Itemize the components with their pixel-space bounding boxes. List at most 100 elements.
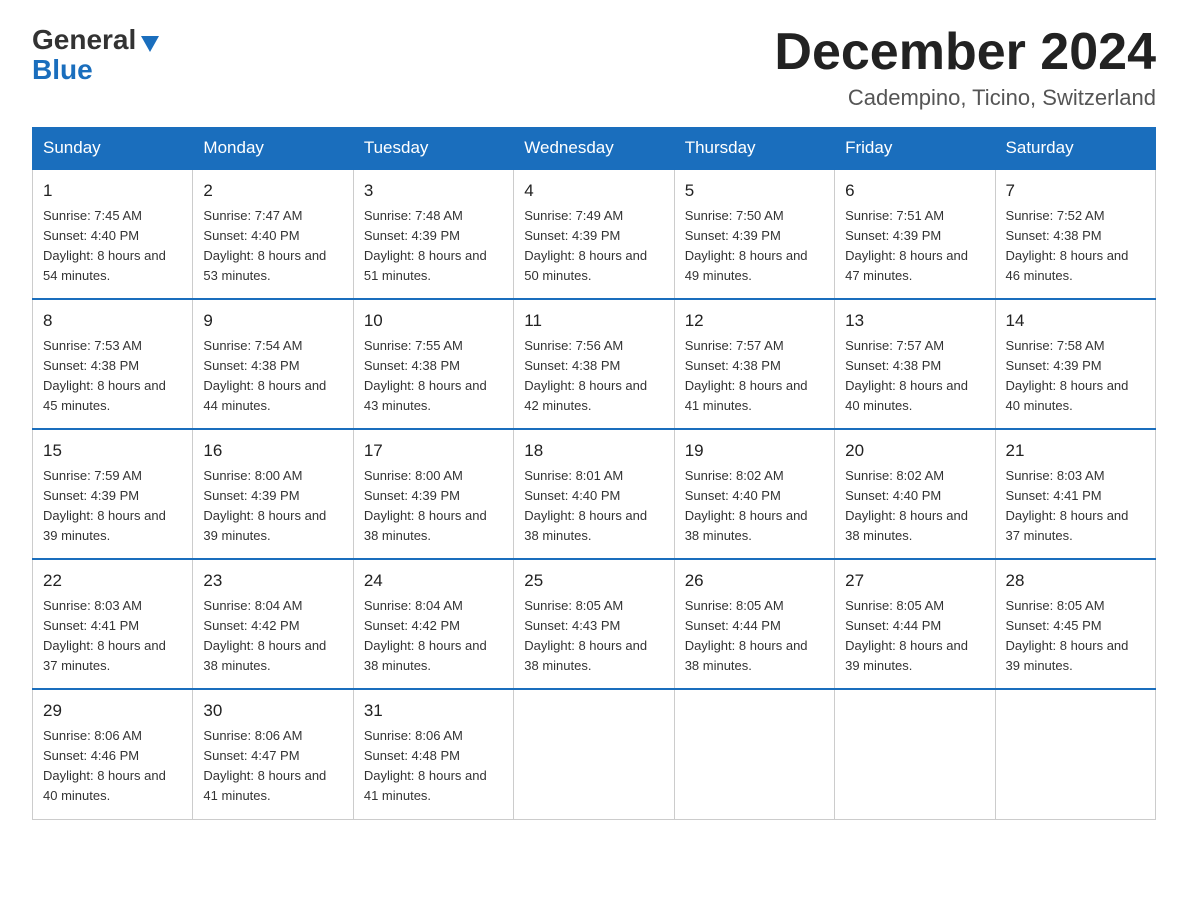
day-info: Sunrise: 8:04 AMSunset: 4:42 PMDaylight:… (364, 598, 487, 673)
page-header: General Blue December 2024 Cadempino, Ti… (32, 24, 1156, 111)
day-number: 14 (1006, 308, 1145, 334)
calendar-cell: 30 Sunrise: 8:06 AMSunset: 4:47 PMDaylig… (193, 689, 353, 819)
calendar-cell: 23 Sunrise: 8:04 AMSunset: 4:42 PMDaylig… (193, 559, 353, 689)
day-info: Sunrise: 7:45 AMSunset: 4:40 PMDaylight:… (43, 208, 166, 283)
weekday-header-row: SundayMondayTuesdayWednesdayThursdayFrid… (33, 128, 1156, 170)
day-number: 5 (685, 178, 824, 204)
day-info: Sunrise: 7:58 AMSunset: 4:39 PMDaylight:… (1006, 338, 1129, 413)
day-info: Sunrise: 7:54 AMSunset: 4:38 PMDaylight:… (203, 338, 326, 413)
calendar-cell: 16 Sunrise: 8:00 AMSunset: 4:39 PMDaylig… (193, 429, 353, 559)
day-number: 19 (685, 438, 824, 464)
day-info: Sunrise: 7:51 AMSunset: 4:39 PMDaylight:… (845, 208, 968, 283)
calendar-cell: 31 Sunrise: 8:06 AMSunset: 4:48 PMDaylig… (353, 689, 513, 819)
calendar-cell: 27 Sunrise: 8:05 AMSunset: 4:44 PMDaylig… (835, 559, 995, 689)
calendar-cell: 15 Sunrise: 7:59 AMSunset: 4:39 PMDaylig… (33, 429, 193, 559)
day-number: 4 (524, 178, 663, 204)
day-info: Sunrise: 7:57 AMSunset: 4:38 PMDaylight:… (685, 338, 808, 413)
day-number: 2 (203, 178, 342, 204)
calendar-cell: 6 Sunrise: 7:51 AMSunset: 4:39 PMDayligh… (835, 169, 995, 299)
day-number: 31 (364, 698, 503, 724)
day-info: Sunrise: 8:03 AMSunset: 4:41 PMDaylight:… (43, 598, 166, 673)
calendar-cell: 25 Sunrise: 8:05 AMSunset: 4:43 PMDaylig… (514, 559, 674, 689)
weekday-header-tuesday: Tuesday (353, 128, 513, 170)
day-number: 6 (845, 178, 984, 204)
weekday-header-sunday: Sunday (33, 128, 193, 170)
logo: General Blue (32, 24, 159, 86)
calendar-cell: 10 Sunrise: 7:55 AMSunset: 4:38 PMDaylig… (353, 299, 513, 429)
calendar-cell: 24 Sunrise: 8:04 AMSunset: 4:42 PMDaylig… (353, 559, 513, 689)
weekday-header-thursday: Thursday (674, 128, 834, 170)
calendar-cell: 13 Sunrise: 7:57 AMSunset: 4:38 PMDaylig… (835, 299, 995, 429)
calendar-cell: 8 Sunrise: 7:53 AMSunset: 4:38 PMDayligh… (33, 299, 193, 429)
day-info: Sunrise: 8:01 AMSunset: 4:40 PMDaylight:… (524, 468, 647, 543)
calendar-table: SundayMondayTuesdayWednesdayThursdayFrid… (32, 127, 1156, 819)
title-block: December 2024 Cadempino, Ticino, Switzer… (774, 24, 1156, 111)
day-number: 17 (364, 438, 503, 464)
day-number: 18 (524, 438, 663, 464)
calendar-cell: 4 Sunrise: 7:49 AMSunset: 4:39 PMDayligh… (514, 169, 674, 299)
calendar-week-row: 15 Sunrise: 7:59 AMSunset: 4:39 PMDaylig… (33, 429, 1156, 559)
day-number: 26 (685, 568, 824, 594)
day-info: Sunrise: 7:53 AMSunset: 4:38 PMDaylight:… (43, 338, 166, 413)
day-info: Sunrise: 8:02 AMSunset: 4:40 PMDaylight:… (845, 468, 968, 543)
day-number: 30 (203, 698, 342, 724)
calendar-cell (835, 689, 995, 819)
day-number: 28 (1006, 568, 1145, 594)
day-info: Sunrise: 8:06 AMSunset: 4:47 PMDaylight:… (203, 728, 326, 803)
calendar-cell: 9 Sunrise: 7:54 AMSunset: 4:38 PMDayligh… (193, 299, 353, 429)
day-number: 15 (43, 438, 182, 464)
day-info: Sunrise: 7:55 AMSunset: 4:38 PMDaylight:… (364, 338, 487, 413)
day-number: 9 (203, 308, 342, 334)
location-title: Cadempino, Ticino, Switzerland (774, 85, 1156, 111)
day-number: 23 (203, 568, 342, 594)
calendar-cell: 19 Sunrise: 8:02 AMSunset: 4:40 PMDaylig… (674, 429, 834, 559)
day-number: 13 (845, 308, 984, 334)
day-number: 12 (685, 308, 824, 334)
day-number: 7 (1006, 178, 1145, 204)
weekday-header-friday: Friday (835, 128, 995, 170)
calendar-cell: 29 Sunrise: 8:06 AMSunset: 4:46 PMDaylig… (33, 689, 193, 819)
day-info: Sunrise: 8:05 AMSunset: 4:44 PMDaylight:… (845, 598, 968, 673)
calendar-week-row: 29 Sunrise: 8:06 AMSunset: 4:46 PMDaylig… (33, 689, 1156, 819)
calendar-cell: 12 Sunrise: 7:57 AMSunset: 4:38 PMDaylig… (674, 299, 834, 429)
day-info: Sunrise: 8:05 AMSunset: 4:44 PMDaylight:… (685, 598, 808, 673)
calendar-week-row: 8 Sunrise: 7:53 AMSunset: 4:38 PMDayligh… (33, 299, 1156, 429)
day-number: 16 (203, 438, 342, 464)
day-info: Sunrise: 8:00 AMSunset: 4:39 PMDaylight:… (364, 468, 487, 543)
day-number: 27 (845, 568, 984, 594)
day-info: Sunrise: 7:56 AMSunset: 4:38 PMDaylight:… (524, 338, 647, 413)
calendar-cell: 21 Sunrise: 8:03 AMSunset: 4:41 PMDaylig… (995, 429, 1155, 559)
day-number: 29 (43, 698, 182, 724)
day-info: Sunrise: 7:47 AMSunset: 4:40 PMDaylight:… (203, 208, 326, 283)
calendar-cell: 2 Sunrise: 7:47 AMSunset: 4:40 PMDayligh… (193, 169, 353, 299)
day-info: Sunrise: 8:00 AMSunset: 4:39 PMDaylight:… (203, 468, 326, 543)
calendar-week-row: 22 Sunrise: 8:03 AMSunset: 4:41 PMDaylig… (33, 559, 1156, 689)
day-info: Sunrise: 8:04 AMSunset: 4:42 PMDaylight:… (203, 598, 326, 673)
calendar-cell: 26 Sunrise: 8:05 AMSunset: 4:44 PMDaylig… (674, 559, 834, 689)
calendar-cell (674, 689, 834, 819)
day-info: Sunrise: 7:50 AMSunset: 4:39 PMDaylight:… (685, 208, 808, 283)
weekday-header-wednesday: Wednesday (514, 128, 674, 170)
day-info: Sunrise: 8:05 AMSunset: 4:43 PMDaylight:… (524, 598, 647, 673)
day-info: Sunrise: 7:59 AMSunset: 4:39 PMDaylight:… (43, 468, 166, 543)
day-number: 22 (43, 568, 182, 594)
calendar-cell (995, 689, 1155, 819)
day-info: Sunrise: 7:48 AMSunset: 4:39 PMDaylight:… (364, 208, 487, 283)
day-number: 21 (1006, 438, 1145, 464)
calendar-cell: 3 Sunrise: 7:48 AMSunset: 4:39 PMDayligh… (353, 169, 513, 299)
calendar-cell: 11 Sunrise: 7:56 AMSunset: 4:38 PMDaylig… (514, 299, 674, 429)
logo-blue: Blue (32, 54, 93, 86)
day-info: Sunrise: 8:06 AMSunset: 4:46 PMDaylight:… (43, 728, 166, 803)
day-info: Sunrise: 7:52 AMSunset: 4:38 PMDaylight:… (1006, 208, 1129, 283)
calendar-cell: 1 Sunrise: 7:45 AMSunset: 4:40 PMDayligh… (33, 169, 193, 299)
day-info: Sunrise: 8:06 AMSunset: 4:48 PMDaylight:… (364, 728, 487, 803)
calendar-week-row: 1 Sunrise: 7:45 AMSunset: 4:40 PMDayligh… (33, 169, 1156, 299)
day-number: 1 (43, 178, 182, 204)
logo-triangle-icon (141, 36, 159, 52)
calendar-cell: 20 Sunrise: 8:02 AMSunset: 4:40 PMDaylig… (835, 429, 995, 559)
day-number: 11 (524, 308, 663, 334)
calendar-cell: 7 Sunrise: 7:52 AMSunset: 4:38 PMDayligh… (995, 169, 1155, 299)
day-number: 8 (43, 308, 182, 334)
day-info: Sunrise: 8:02 AMSunset: 4:40 PMDaylight:… (685, 468, 808, 543)
day-info: Sunrise: 7:57 AMSunset: 4:38 PMDaylight:… (845, 338, 968, 413)
